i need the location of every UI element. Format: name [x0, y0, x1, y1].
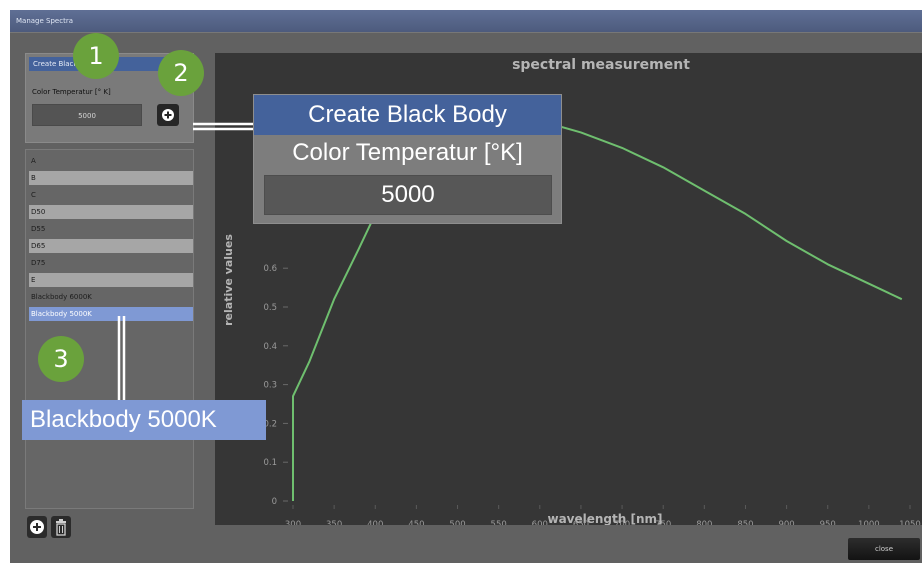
callout-badge-3: 3: [38, 336, 84, 382]
spectra-list-item[interactable]: E: [29, 273, 193, 287]
y-tick-label: 0.1: [263, 458, 277, 468]
x-tick-label: 1000: [858, 520, 880, 525]
close-button[interactable]: close: [848, 538, 920, 560]
y-axis-label: relative values: [222, 234, 235, 326]
callout-badge-2: 2: [158, 50, 204, 96]
plus-circle-icon: [30, 520, 44, 534]
x-tick-label: 1050: [899, 520, 921, 525]
y-tick-label: 0.4: [263, 342, 277, 352]
y-tick-label: 0.6: [263, 264, 277, 274]
callout-badge-1: 1: [73, 33, 119, 79]
y-tick-label: 0: [272, 497, 277, 507]
spectra-list-item[interactable]: C: [29, 188, 193, 202]
color-temperature-input[interactable]: 5000: [32, 104, 142, 126]
chart-title: spectral measurement: [512, 57, 690, 73]
window-title: Manage Spectra: [16, 17, 73, 25]
plus-circle-icon: [162, 109, 174, 121]
window-titlebar[interactable]: Manage Spectra: [10, 10, 922, 32]
x-tick-label: 350: [326, 520, 342, 525]
callout-temp-value: 5000: [264, 175, 552, 215]
spectra-list-item[interactable]: A: [29, 154, 193, 168]
x-tick-label: 800: [696, 520, 712, 525]
callout-create-header: Create Black Body: [254, 95, 561, 135]
x-tick-label: 650: [573, 520, 589, 525]
spectra-list[interactable]: A B C D50 D55 D65 D75 E Blackbody 6000K Blackbody…: [25, 149, 194, 509]
x-tick-label: 500: [449, 520, 465, 525]
x-tick-label: 300: [285, 520, 301, 525]
x-tick-label: 450: [408, 520, 424, 525]
x-tick-label: 950: [820, 520, 836, 525]
y-tick-label: 0.3: [263, 381, 277, 391]
trash-icon: [56, 519, 66, 536]
add-spectrum-button[interactable]: [27, 516, 47, 538]
spectra-list-item[interactable]: D50: [29, 205, 193, 219]
manage-spectra-window: Manage Spectra Create Black Body Color T…: [10, 10, 922, 563]
delete-spectrum-button[interactable]: [51, 516, 71, 538]
y-tick-label: 0.5: [263, 303, 277, 313]
spectra-list-item[interactable]: D65: [29, 239, 193, 253]
x-tick-label: 600: [532, 520, 548, 525]
x-tick-label: 550: [491, 520, 507, 525]
spectra-list-item[interactable]: Blackbody 5000K: [29, 307, 193, 321]
x-tick-label: 700: [614, 520, 630, 525]
create-black-body-callout: Create Black Body Color Temperatur [°K] …: [253, 94, 562, 224]
spectra-list-item[interactable]: D75: [29, 256, 193, 270]
x-tick-label: 750: [655, 520, 671, 525]
x-axis-label: wavelength [nm]: [547, 512, 662, 525]
selected-spectrum-callout: Blackbody 5000K: [22, 400, 266, 440]
color-temperature-label: Color Temperatur [° K]: [32, 88, 111, 96]
create-black-body-button[interactable]: [157, 104, 179, 126]
spectra-list-item[interactable]: Blackbody 6000K: [29, 290, 193, 304]
x-tick-label: 850: [737, 520, 753, 525]
callout-temp-label: Color Temperatur [°K]: [292, 139, 523, 166]
x-tick-label: 400: [367, 520, 383, 525]
spectra-list-item[interactable]: B: [29, 171, 193, 185]
x-tick-label: 900: [778, 520, 794, 525]
spectra-list-item[interactable]: D55: [29, 222, 193, 236]
